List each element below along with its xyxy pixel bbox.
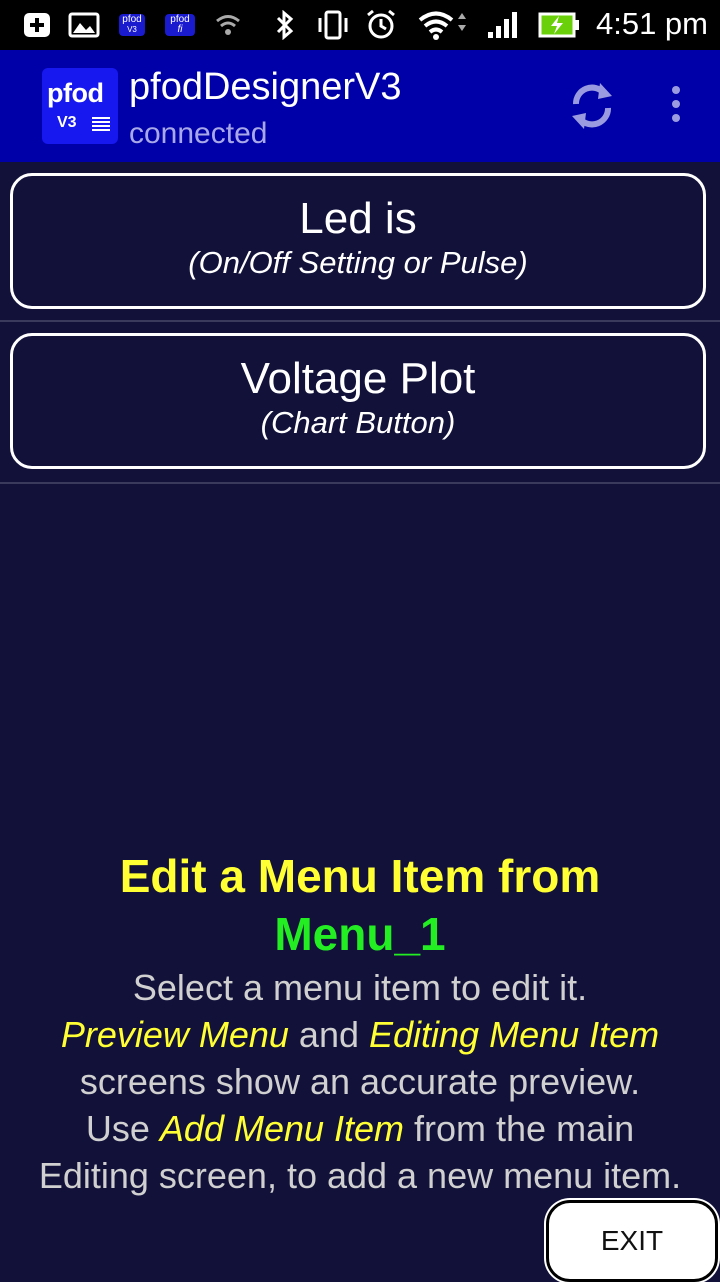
help-highlight-preview-menu: Preview Menu bbox=[60, 1014, 289, 1055]
menu-item-led[interactable]: Led is (On/Off Setting or Pulse) bbox=[10, 173, 706, 309]
status-bar: pfod V3 pfod fi 4:51 pm bbox=[0, 0, 720, 50]
logo-text-top: pfod bbox=[47, 78, 104, 108]
wifi-small-icon bbox=[214, 10, 242, 40]
help-line-2: Preview Menu and Editing Menu Item bbox=[0, 1011, 720, 1058]
notif-badge-2-bottom: fi bbox=[177, 24, 183, 35]
bluetooth-icon bbox=[272, 10, 298, 40]
pfodfi-notification-icon: pfod fi bbox=[165, 10, 195, 40]
help-prompt: Edit a Menu Item from Menu_1 Select a me… bbox=[0, 848, 720, 1199]
menu-divider bbox=[0, 482, 720, 484]
alarm-icon bbox=[364, 9, 398, 40]
notif-badge-1-bottom: V3 bbox=[127, 25, 137, 34]
exit-button[interactable]: EXIT bbox=[546, 1200, 718, 1282]
menu-item-title: Led is bbox=[299, 194, 417, 243]
pfod-v3-notification-icon: pfod V3 bbox=[118, 10, 146, 40]
help-text-and: and bbox=[288, 1014, 369, 1055]
help-title: Edit a Menu Item from bbox=[119, 850, 601, 902]
status-time: 4:51 pm bbox=[595, 6, 708, 41]
menu-item-voltage-plot[interactable]: Voltage Plot (Chart Button) bbox=[10, 333, 706, 469]
app-title: pfodDesignerV3 bbox=[129, 66, 402, 108]
help-line-1: Select a menu item to edit it. bbox=[132, 967, 588, 1008]
help-line-3: screens show an accurate preview. bbox=[79, 1061, 641, 1102]
help-highlight-editing-menu-item: Editing Menu Item bbox=[369, 1014, 660, 1055]
battery-charging-icon bbox=[538, 10, 580, 40]
menu-divider bbox=[0, 320, 720, 322]
help-text-from-main: from the main bbox=[404, 1108, 635, 1149]
overflow-menu-icon[interactable] bbox=[658, 84, 694, 124]
help-text-use: Use bbox=[85, 1108, 160, 1149]
logo-text-bottom: V3 bbox=[57, 114, 77, 131]
menu-name: Menu_1 bbox=[274, 908, 446, 960]
vibrate-icon bbox=[314, 10, 352, 40]
signal-icon bbox=[486, 10, 522, 40]
logo-lines-icon bbox=[92, 117, 110, 131]
notif-badge-1-top: pfod bbox=[122, 14, 142, 25]
help-highlight-add-menu-item: Add Menu Item bbox=[159, 1108, 405, 1149]
wifi-icon bbox=[416, 10, 472, 40]
app-bar: pfod V3 pfodDesignerV3 connected bbox=[0, 50, 720, 162]
menu-item-subtitle: (Chart Button) bbox=[260, 405, 456, 440]
image-icon bbox=[68, 10, 100, 40]
menu-item-title: Voltage Plot bbox=[240, 354, 476, 403]
exit-button-label: EXIT bbox=[600, 1225, 664, 1256]
menu-item-subtitle: (On/Off Setting or Pulse) bbox=[188, 245, 528, 280]
add-box-icon bbox=[22, 10, 52, 40]
app-logo: pfod V3 bbox=[42, 68, 118, 144]
refresh-icon[interactable] bbox=[566, 80, 618, 132]
connection-status: connected bbox=[129, 117, 268, 150]
help-line-5: Editing screen, to add a new menu item. bbox=[38, 1155, 682, 1196]
help-line-4: Use Add Menu Item from the main bbox=[0, 1105, 720, 1152]
